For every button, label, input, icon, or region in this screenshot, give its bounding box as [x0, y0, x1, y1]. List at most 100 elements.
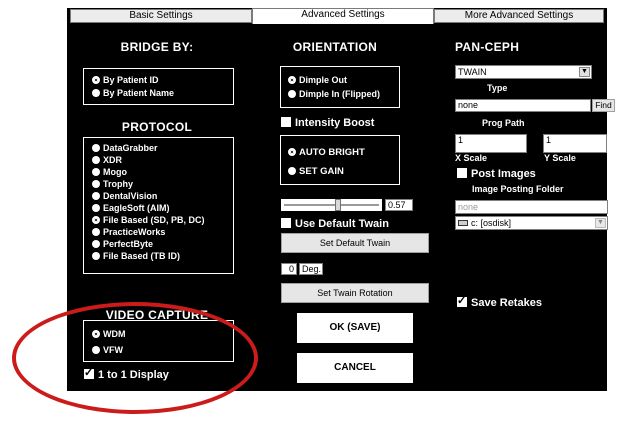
- checkbox-label: Post Images: [471, 168, 536, 180]
- radio-dot: [92, 144, 100, 152]
- prog-path-label: Prog Path: [482, 118, 525, 128]
- image-posting-folder-label: Image Posting Folder: [472, 184, 564, 194]
- radio-label: Trophy: [103, 179, 134, 189]
- radio-label: EagleSoft (AIM): [103, 203, 170, 213]
- set-twain-rotation-button[interactable]: Set Twain Rotation: [281, 283, 429, 303]
- radio-label: Dimple Out: [299, 75, 348, 85]
- image-posting-folder-field[interactable]: none: [455, 200, 608, 214]
- radio-file-based-sd[interactable]: File Based (SD, PB, DC): [92, 214, 205, 226]
- rotation-unit-label: Deg.: [299, 263, 323, 275]
- radio-dot: [92, 168, 100, 176]
- chevron-down-icon[interactable]: ▼: [595, 218, 606, 228]
- radio-perfectbyte[interactable]: PerfectByte: [92, 238, 153, 250]
- radio-dot: [288, 76, 296, 84]
- tab-basic-settings[interactable]: Basic Settings: [70, 9, 252, 23]
- orientation-heading: ORIENTATION: [292, 40, 378, 54]
- checkbox-label: 1 to 1 Display: [98, 369, 169, 381]
- tab-more-advanced-settings[interactable]: More Advanced Settings: [434, 9, 604, 23]
- radio-mogo[interactable]: Mogo: [92, 166, 127, 178]
- radio-wdm[interactable]: WDM: [92, 328, 126, 340]
- type-select[interactable]: TWAIN ▼: [455, 65, 592, 79]
- radio-label: DentalVision: [103, 191, 158, 201]
- radio-dot: [92, 240, 100, 248]
- radio-set-gain[interactable]: SET GAIN: [288, 166, 344, 178]
- type-select-value: TWAIN: [458, 67, 487, 77]
- checkbox-box: [281, 117, 291, 127]
- radio-dot: [92, 89, 100, 97]
- radio-label: WDM: [103, 329, 126, 339]
- radio-dot: [288, 148, 296, 156]
- radio-trophy[interactable]: Trophy: [92, 178, 133, 190]
- radio-label: PracticeWorks: [103, 227, 166, 237]
- radio-label: DataGrabber: [103, 143, 158, 153]
- radio-dot: [92, 156, 100, 164]
- pan-ceph-heading: PAN-CEPH: [455, 40, 520, 54]
- radio-practiceworks[interactable]: PracticeWorks: [92, 226, 165, 238]
- checkbox-label: Intensity Boost: [295, 117, 375, 129]
- checkbox-box: [457, 168, 467, 178]
- orientation-group: [280, 66, 400, 108]
- radio-by-patient-id[interactable]: By Patient ID: [92, 74, 159, 86]
- slider-track: [284, 204, 379, 206]
- radio-label: Mogo: [103, 167, 127, 177]
- radio-dot: [92, 252, 100, 260]
- y-scale-field[interactable]: 1: [543, 134, 607, 153]
- radio-label: File Based (SD, PB, DC): [103, 215, 205, 225]
- drive-select[interactable]: c: [osdisk] ▼: [455, 216, 608, 230]
- checkbox-box: [457, 294, 467, 308]
- post-images-checkbox[interactable]: Post Images: [457, 167, 536, 181]
- radio-vfw[interactable]: VFW: [92, 344, 123, 356]
- radio-dot: [92, 192, 100, 200]
- protocol-heading: PROTOCOL: [121, 120, 193, 134]
- radio-label: By Patient Name: [103, 88, 175, 98]
- radio-dot: [92, 330, 100, 338]
- use-default-twain-checkbox[interactable]: Use Default Twain: [281, 217, 389, 231]
- gain-slider[interactable]: [281, 199, 382, 211]
- checkbox-label: Save Retakes: [471, 297, 542, 309]
- one-to-one-display-checkbox[interactable]: 1 to 1 Display: [84, 366, 169, 382]
- radio-dot: [92, 346, 100, 354]
- checkbox-box: [84, 366, 94, 380]
- radio-label: XDR: [103, 155, 123, 165]
- radio-dot: [92, 180, 100, 188]
- radio-datagrabber[interactable]: DataGrabber: [92, 142, 158, 154]
- chevron-down-icon[interactable]: ▼: [579, 67, 590, 77]
- tab-advanced-settings[interactable]: Advanced Settings: [252, 8, 434, 24]
- x-scale-label: X Scale: [455, 153, 488, 163]
- radio-dot: [92, 76, 100, 84]
- radio-dimple-in[interactable]: Dimple In (Flipped): [288, 88, 380, 100]
- radio-dot: [288, 167, 296, 175]
- intensity-boost-checkbox[interactable]: Intensity Boost: [281, 116, 374, 130]
- ok-save-button[interactable]: OK (SAVE): [296, 312, 414, 344]
- radio-dot: [92, 228, 100, 236]
- radio-dentalvision[interactable]: DentalVision: [92, 190, 157, 202]
- slider-thumb[interactable]: [335, 199, 341, 211]
- type-label: Type: [487, 83, 508, 93]
- radio-label: AUTO BRIGHT: [299, 147, 365, 158]
- radio-by-patient-name[interactable]: By Patient Name: [92, 87, 174, 99]
- radio-label: File Based (TB ID): [103, 251, 181, 261]
- prog-path-field[interactable]: none: [455, 99, 591, 112]
- x-scale-field[interactable]: 1: [455, 134, 527, 153]
- save-retakes-checkbox[interactable]: Save Retakes: [457, 294, 542, 310]
- radio-dot: [92, 204, 100, 212]
- radio-label: Dimple In (Flipped): [299, 89, 380, 99]
- radio-auto-bright[interactable]: AUTO BRIGHT: [288, 147, 365, 159]
- set-default-twain-button[interactable]: Set Default Twain: [281, 233, 429, 253]
- radio-label: VFW: [103, 345, 123, 355]
- rotation-degrees-field[interactable]: 0: [281, 263, 297, 275]
- find-button[interactable]: Find: [592, 99, 615, 112]
- radio-xdr[interactable]: XDR: [92, 154, 122, 166]
- radio-dot: [92, 216, 100, 224]
- checkbox-label: Use Default Twain: [295, 218, 389, 230]
- checkbox-box: [281, 218, 291, 228]
- radio-file-based-tb[interactable]: File Based (TB ID): [92, 250, 180, 262]
- cancel-button[interactable]: CANCEL: [296, 352, 414, 384]
- drive-select-value: c: [osdisk]: [471, 218, 512, 228]
- radio-eaglesoft[interactable]: EagleSoft (AIM): [92, 202, 170, 214]
- gain-value-field[interactable]: 0.57: [385, 199, 413, 211]
- y-scale-label: Y Scale: [544, 153, 576, 163]
- bridge-heading: BRIDGE BY:: [120, 40, 194, 54]
- radio-dimple-out[interactable]: Dimple Out: [288, 74, 347, 86]
- radio-label: PerfectByte: [103, 239, 154, 249]
